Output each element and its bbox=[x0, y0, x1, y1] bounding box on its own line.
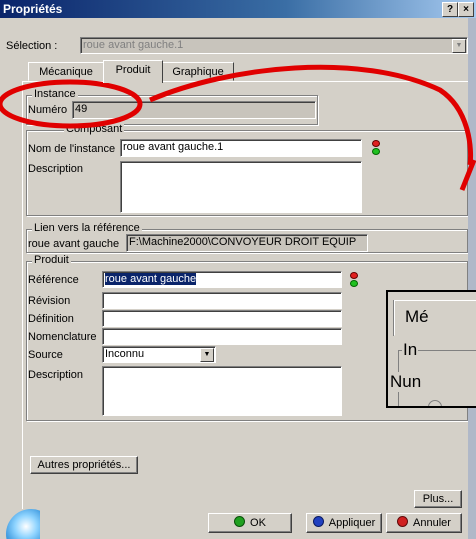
annotation-ellipse bbox=[0, 79, 143, 129]
tab-produit-label: Produit bbox=[115, 64, 151, 76]
annotation-arrow bbox=[149, 64, 474, 166]
tab-produit[interactable]: Produit bbox=[103, 60, 163, 83]
annotation-overlay bbox=[0, 64, 476, 191]
